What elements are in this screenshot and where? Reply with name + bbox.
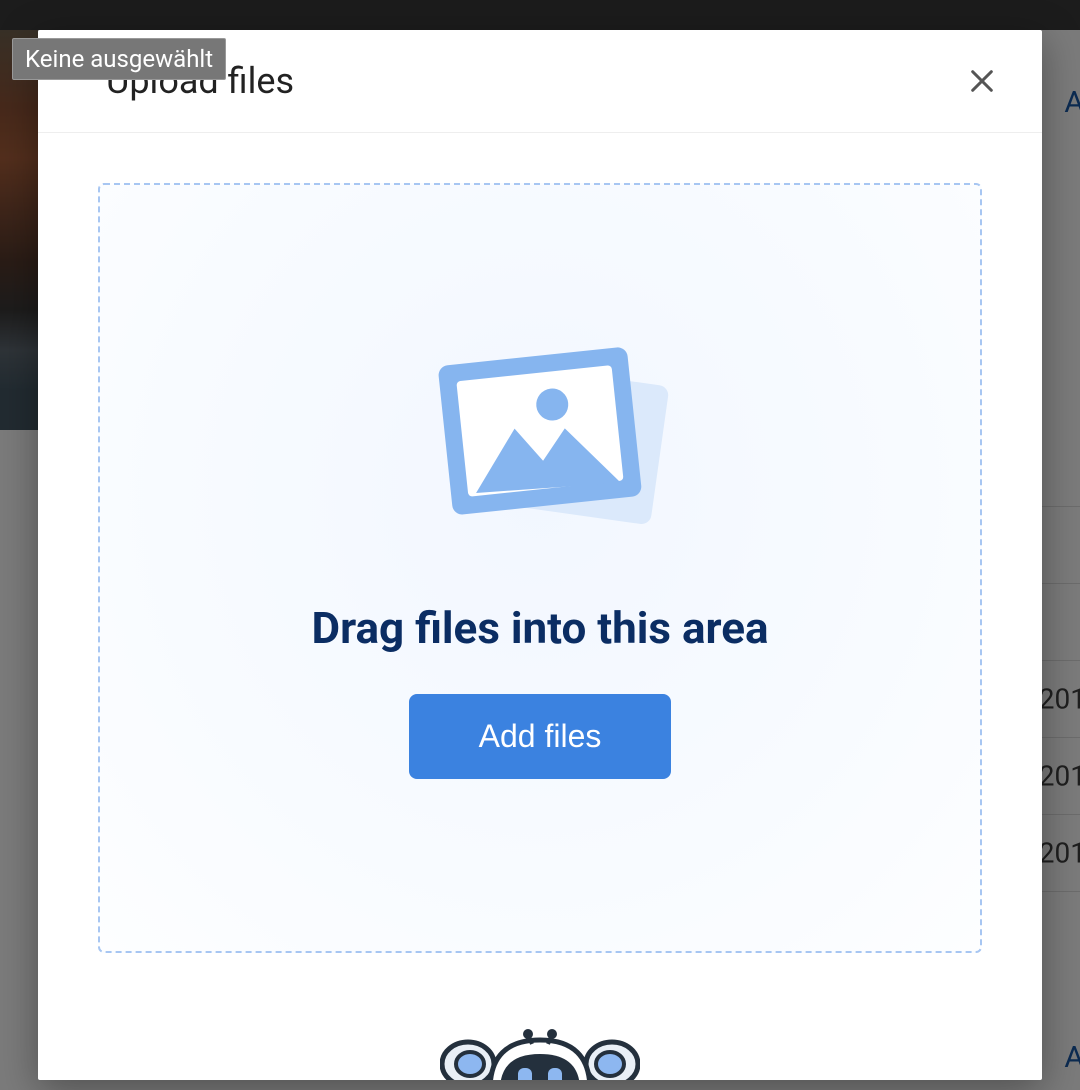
selection-tooltip: Keine ausgewählt [12, 38, 226, 80]
add-files-button[interactable]: Add files [409, 694, 672, 779]
robot-icon [440, 1020, 640, 1080]
image-placeholder-icon [390, 317, 690, 547]
dropzone-instruction: Drag files into this area [311, 602, 768, 654]
modal-body: Drag files into this area Add files [38, 133, 1042, 1080]
upload-modal: Upload files [38, 30, 1042, 1080]
file-dropzone[interactable]: Drag files into this area Add files [98, 183, 982, 953]
close-icon [966, 65, 998, 97]
close-button[interactable] [962, 61, 1002, 101]
